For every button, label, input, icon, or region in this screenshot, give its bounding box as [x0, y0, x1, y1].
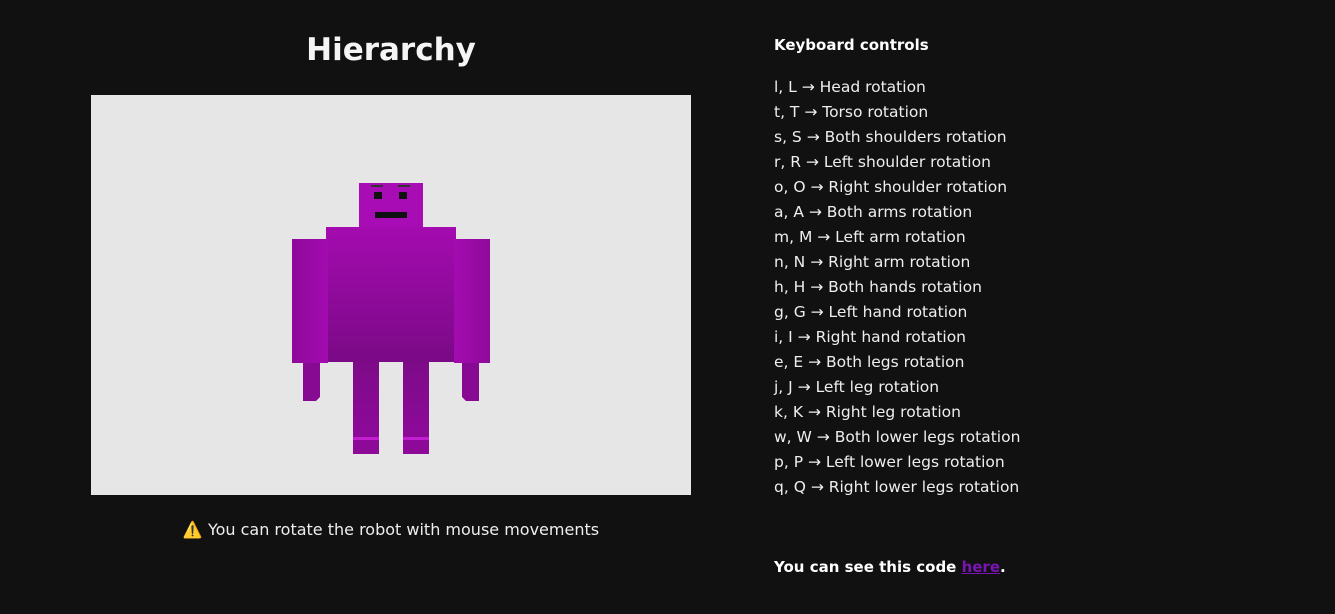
control-item: m, M → Left arm rotation [774, 228, 966, 246]
robot-right-leg [403, 362, 429, 454]
robot-right-hand [462, 363, 479, 401]
control-item: j, J → Left leg rotation [774, 378, 940, 396]
keyboard-controls-list: l, L → Head rotation t, T → Torso rotati… [774, 75, 1314, 500]
mouse-hint: ⚠️ You can rotate the robot with mouse m… [91, 519, 691, 541]
robot-right-arm [454, 239, 490, 363]
robot-torso [326, 227, 456, 362]
keyboard-controls-heading: Keyboard controls [774, 36, 929, 54]
control-item: i, I → Right hand rotation [774, 328, 967, 346]
page-title: Hierarchy [306, 32, 476, 68]
robot-left-hand [303, 363, 320, 401]
source-code-prefix: You can see this code [774, 558, 962, 576]
control-item: w, W → Both lower legs rotation [774, 428, 1021, 446]
robot-left-arm [292, 239, 328, 363]
control-item: p, P → Left lower legs rotation [774, 453, 1005, 471]
robot-3d-viewer[interactable] [91, 95, 691, 495]
control-item: o, O → Right shoulder rotation [774, 178, 1008, 196]
control-item: n, N → Right arm rotation [774, 253, 971, 271]
warning-icon: ⚠️ [182, 520, 203, 539]
control-item: h, H → Both hands rotation [774, 278, 982, 296]
robot-head [359, 183, 423, 229]
page: Hierarchy ⚠️ You can rotate the robot wi… [0, 0, 1335, 614]
control-item: e, E → Both legs rotation [774, 353, 965, 371]
control-item: s, S → Both shoulders rotation [774, 128, 1007, 146]
source-code-note: You can see this code here. [774, 556, 1006, 578]
keyboard-controls-panel: Keyboard controls l, L → Head rotation t… [774, 34, 1314, 500]
control-item: q, Q → Right lower legs rotation [774, 478, 1020, 496]
control-item: k, K → Right leg rotation [774, 403, 961, 421]
source-code-link[interactable]: here [962, 558, 1000, 576]
control-item: l, L → Head rotation [774, 78, 926, 96]
control-item: r, R → Left shoulder rotation [774, 153, 991, 171]
control-item: a, A → Both arms rotation [774, 203, 973, 221]
source-code-suffix: . [1000, 558, 1006, 576]
robot-canvas[interactable] [91, 95, 691, 495]
control-item: g, G → Left hand rotation [774, 303, 968, 321]
robot-left-leg [353, 362, 379, 454]
control-item: t, T → Torso rotation [774, 103, 929, 121]
mouse-hint-text: You can rotate the robot with mouse move… [207, 520, 600, 539]
